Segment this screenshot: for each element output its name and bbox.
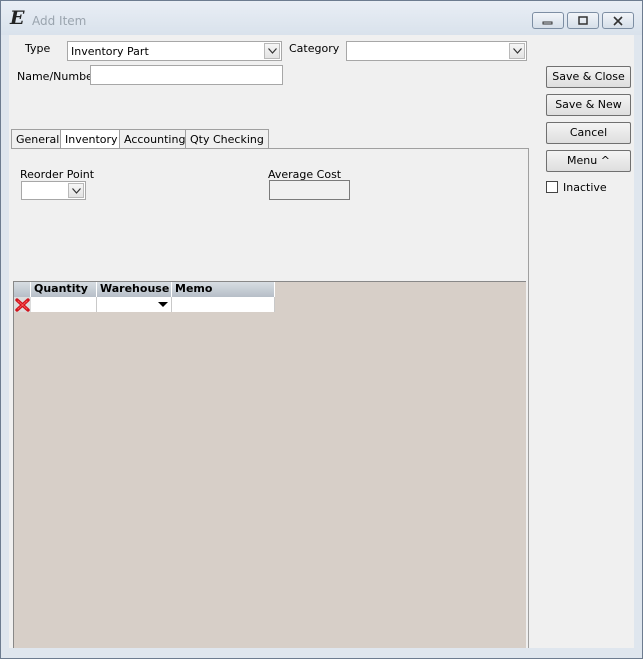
- cancel-button[interactable]: Cancel: [546, 122, 631, 144]
- name-number-label: Name/Number: [17, 70, 98, 83]
- category-label: Category: [289, 42, 340, 55]
- tab-qty-checking[interactable]: Qty Checking: [185, 129, 269, 149]
- delete-row-icon[interactable]: [15, 298, 30, 312]
- memo-cell[interactable]: [172, 297, 275, 312]
- dropdown-arrow-icon[interactable]: [156, 298, 170, 311]
- restore-button[interactable]: [567, 12, 599, 29]
- panel-separator: [528, 148, 529, 648]
- app-icon: E: [10, 7, 25, 29]
- category-combo[interactable]: [346, 41, 527, 61]
- type-combo[interactable]: Inventory Part: [67, 41, 282, 61]
- save-close-button[interactable]: Save & Close: [546, 66, 631, 88]
- window-title: Add Item: [32, 14, 87, 28]
- average-cost-field: [269, 180, 350, 200]
- inactive-checkbox[interactable]: [546, 181, 558, 193]
- column-header-memo[interactable]: Memo: [172, 282, 275, 297]
- quantity-cell[interactable]: [31, 297, 97, 312]
- grid-corner-header: [14, 282, 31, 297]
- add-item-window: E Add Item Type Inventory Part Category …: [0, 0, 643, 659]
- form-body: Type Inventory Part Category Name/Number…: [9, 35, 634, 648]
- warehouse-grid[interactable]: Quantity Warehouse Memo: [13, 281, 526, 648]
- chevron-down-icon[interactable]: [509, 43, 525, 59]
- restore-icon: [568, 13, 598, 30]
- reorder-point-combo[interactable]: [21, 181, 86, 200]
- tab-strip-divider: [11, 148, 529, 149]
- close-icon: [603, 13, 633, 30]
- close-window-button[interactable]: [602, 12, 634, 29]
- tab-inventory[interactable]: Inventory: [60, 129, 123, 149]
- chevron-down-icon[interactable]: [264, 43, 280, 59]
- tab-general[interactable]: General: [11, 129, 65, 149]
- minimize-icon: [533, 13, 563, 30]
- menu-button[interactable]: Menu ^: [546, 150, 631, 172]
- inactive-label: Inactive: [563, 181, 607, 194]
- warehouse-cell[interactable]: [97, 297, 172, 312]
- column-header-quantity[interactable]: Quantity: [31, 282, 97, 297]
- column-header-warehouse[interactable]: Warehouse: [97, 282, 172, 297]
- reorder-point-label: Reorder Point: [20, 168, 95, 181]
- table-row-header[interactable]: [14, 297, 31, 312]
- title-bar: E Add Item: [1, 1, 642, 35]
- minimize-button[interactable]: [532, 12, 564, 29]
- type-label: Type: [25, 42, 51, 55]
- name-number-input[interactable]: [90, 65, 283, 85]
- save-new-button[interactable]: Save & New: [546, 94, 631, 116]
- type-value: Inventory Part: [71, 45, 149, 58]
- chevron-down-icon[interactable]: [68, 183, 84, 198]
- tab-accounting[interactable]: Accounting: [119, 129, 191, 149]
